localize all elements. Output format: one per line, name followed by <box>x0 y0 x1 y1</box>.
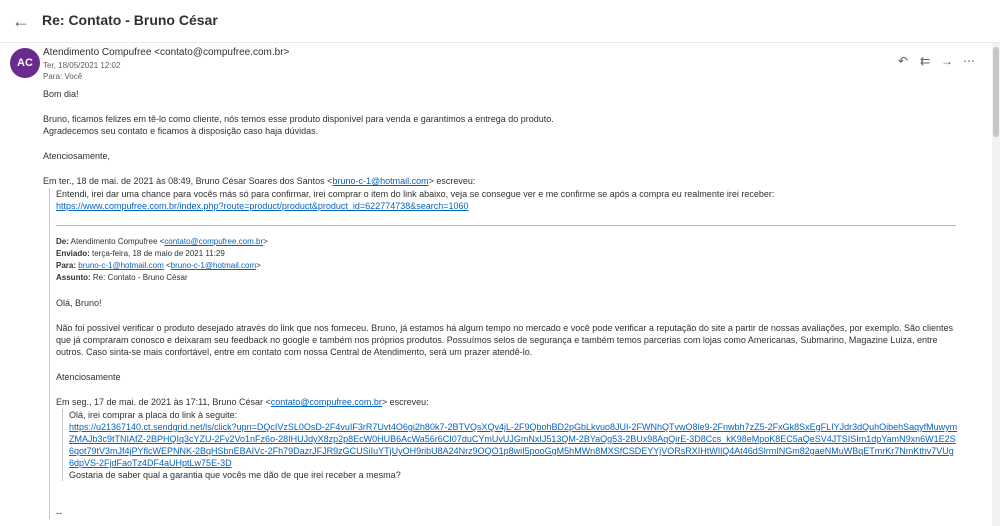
subject-label: Assunto: <box>56 273 91 282</box>
to-mid: < <box>163 261 171 270</box>
greeting: Bom dia! <box>43 89 79 99</box>
quote-intro: Em ter., 18 de mai. de 2021 às 08:49, Br… <box>43 175 958 187</box>
quote-intro: Em seg., 17 de mai. de 2021 às 17:11, Br… <box>56 396 958 408</box>
body-paragraph: Não foi possível verificar o produto des… <box>56 323 954 357</box>
subject-value: Re: Contato - Bruno César <box>90 273 188 282</box>
divider <box>56 225 956 226</box>
signature-dashes: -- <box>56 508 62 518</box>
body-line: Agradecemos seu contato e ficamos à disp… <box>43 126 319 136</box>
email-link[interactable]: contato@compufree.com.br <box>271 397 382 407</box>
product-link[interactable]: https://www.compufree.com.br/index.php?r… <box>56 201 469 211</box>
reading-pane-header: ← Re: Contato - Bruno César <box>0 0 1000 43</box>
quote-intro-text: Em ter., 18 de mai. de 2021 às 08:49, Br… <box>43 176 333 186</box>
tracking-link[interactable]: https://u21367140.ct.sendgrid.net/ls/cli… <box>69 422 957 468</box>
email-subject: Re: Contato - Bruno César <box>42 12 218 28</box>
quote-intro-text: Em seg., 17 de mai. de 2021 às 17:11, Br… <box>56 397 271 407</box>
to-end: > <box>256 261 261 270</box>
sender-name[interactable]: Atendimento Compufree <contato@compufree… <box>43 47 289 58</box>
quote-intro-text: > escreveu: <box>428 176 476 186</box>
more-options-icon[interactable]: ⋯ <box>958 52 980 70</box>
email-link[interactable]: bruno-c-1@hotmail.com <box>332 176 428 186</box>
from-label: De: <box>56 237 69 246</box>
forward-header: De: Atendimento Compufree <contato@compu… <box>56 236 958 284</box>
forward-icon[interactable]: → <box>936 52 958 70</box>
message-actions: ↶ ⇇ → ⋯ <box>892 52 980 70</box>
quote-intro-text: > escreveu: <box>381 397 429 407</box>
quoted-message: Entendi, irei dar uma chance para vocês … <box>49 188 958 519</box>
quoted-text: Gostaria de saber qual a garantia que vo… <box>69 470 401 480</box>
email-link[interactable]: contato@compufree.com.br <box>164 237 263 246</box>
scrollbar-thumb[interactable] <box>993 47 999 137</box>
from-end: > <box>263 237 268 246</box>
body-line: Bruno, ficamos felizes em tê-lo como cli… <box>43 114 554 124</box>
email-link[interactable]: bruno-c-1@hotmail.com <box>171 261 256 270</box>
greeting: Olá, Bruno! <box>56 298 102 308</box>
sent-date: Ter, 18/05/2021 12:02 <box>43 61 121 70</box>
quoted-text: Olá, irei comprar a placa do link à segu… <box>69 410 238 420</box>
message-body: Bom dia! Bruno, ficamos felizes em tê-lo… <box>43 88 958 519</box>
recipient-line: Para: Você <box>43 72 83 81</box>
reply-all-icon[interactable]: ⇇ <box>914 52 936 70</box>
to-label: Para: <box>56 261 77 270</box>
signoff: Atenciosamente <box>56 372 121 382</box>
reply-icon[interactable]: ↶ <box>892 52 914 70</box>
email-link[interactable]: bruno-c-1@hotmail.com <box>78 261 163 270</box>
scrollbar[interactable] <box>992 43 1000 526</box>
signoff: Atenciosamente, <box>43 151 111 161</box>
from-value: Atendimento Compufree < <box>68 237 165 246</box>
avatar: AC <box>10 48 40 78</box>
quoted-message: Olá, irei comprar a placa do link à segu… <box>62 409 958 481</box>
sent-value: terça-feira, 18 de maio de 2021 11:29 <box>89 249 225 258</box>
quoted-text: Entendi, irei dar uma chance para vocês … <box>56 189 775 199</box>
sent-label: Enviado: <box>56 249 90 258</box>
back-arrow-icon[interactable]: ← <box>10 10 32 32</box>
